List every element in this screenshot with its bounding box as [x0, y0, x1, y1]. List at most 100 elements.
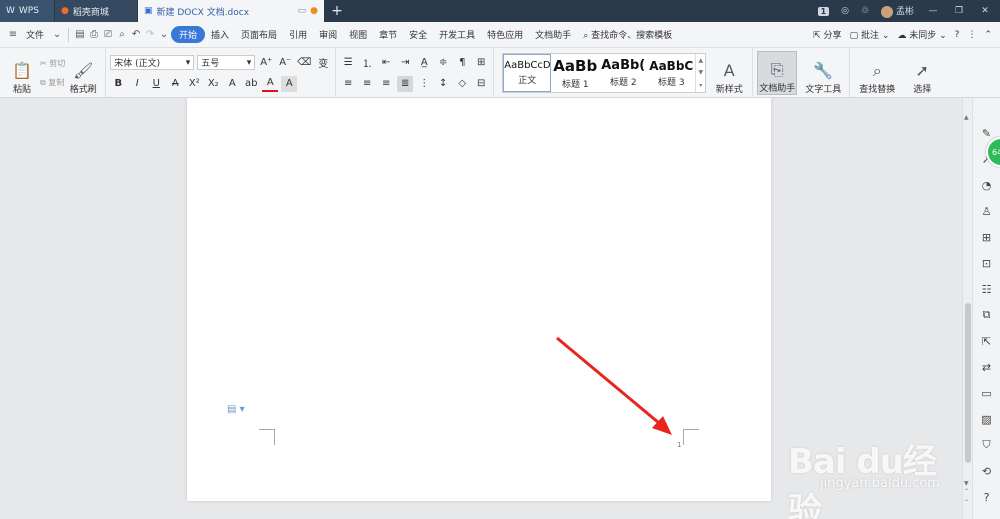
shrink-font-icon[interactable]: A⁻ — [277, 55, 293, 71]
collapse-ribbon-icon[interactable]: ⌃ — [984, 30, 992, 40]
table-icon[interactable]: ⊞ — [473, 55, 489, 71]
select-button[interactable]: ➚ 选择 — [904, 51, 940, 96]
close-button[interactable]: ✕ — [978, 6, 992, 16]
tab-insert[interactable]: 插入 — [205, 28, 235, 41]
tab-security[interactable]: 安全 — [403, 28, 433, 41]
help-button[interactable]: ? — [955, 30, 960, 40]
shield-icon[interactable]: ⛉ — [982, 436, 990, 454]
tab-document[interactable]: ▣ 新建 DOCX 文档.docx ▭ ● — [138, 0, 324, 22]
distribute-icon[interactable]: ⋮ — [416, 76, 432, 92]
style-heading-2[interactable]: AaBb( 标题 2 — [599, 54, 647, 92]
align-center-icon[interactable]: ≡ — [359, 76, 375, 92]
char-shading-icon[interactable]: A — [281, 75, 298, 92]
scroll-thumb[interactable] — [965, 303, 971, 463]
help-circle-icon[interactable]: ? — [984, 488, 990, 506]
text-effect-icon[interactable]: A — [224, 76, 240, 92]
decrease-indent-icon[interactable]: ⇤ — [378, 55, 394, 71]
share-out-icon[interactable]: ⇱ — [982, 332, 991, 350]
tab-review[interactable]: 审阅 — [313, 28, 343, 41]
grow-font-icon[interactable]: A⁺ — [258, 55, 274, 71]
numbered-list-icon[interactable]: ⒈ — [359, 55, 375, 71]
tab-wps-home[interactable]: W WPS — [0, 0, 54, 22]
redo-icon[interactable]: ↷ — [143, 29, 157, 40]
strikethrough-icon[interactable]: A — [167, 76, 183, 92]
restore-button[interactable]: ❐ — [952, 6, 966, 16]
new-tab-button[interactable]: + — [324, 0, 350, 22]
copy-button[interactable]: ⧉ 复制 — [40, 77, 65, 88]
tab-special-apps[interactable]: 特色应用 — [481, 28, 529, 41]
stamp-icon[interactable]: ♙ — [982, 202, 992, 220]
line-spacing-icon[interactable]: ≑ — [435, 55, 451, 71]
tab-docer-store[interactable]: ● 稻壳商城 — [55, 0, 137, 22]
save-icon[interactable]: ▤ — [73, 29, 87, 40]
tab-home[interactable]: 开始 — [171, 26, 206, 43]
export-icon[interactable]: ⎙ — [87, 29, 101, 40]
bullet-list-icon[interactable]: ☰ — [340, 55, 356, 71]
borders-icon[interactable]: ⊟ — [473, 76, 489, 92]
show-marks-icon[interactable]: ¶ — [454, 55, 470, 71]
image-icon[interactable]: ▨ — [981, 410, 991, 428]
command-search[interactable]: ⌕ 查找命令、搜索模板 — [577, 28, 678, 41]
italic-icon[interactable]: I — [129, 76, 145, 92]
tab-doc-assistant[interactable]: 文档助手 — [529, 28, 577, 41]
shirt-icon[interactable]: ♲ — [861, 6, 869, 16]
pinyin-guide-icon[interactable]: 变 — [315, 55, 331, 71]
bold-icon[interactable]: B — [110, 76, 126, 92]
underline-icon[interactable]: U — [148, 76, 164, 92]
pen-icon[interactable]: ✎ — [982, 124, 991, 142]
find-replace-button[interactable]: ⌕ 查找替换 — [854, 51, 900, 96]
monitor-icon[interactable]: ▭ — [298, 6, 307, 16]
apps-icon[interactable]: ⊡ — [982, 254, 991, 272]
tab-references[interactable]: 引用 — [283, 28, 313, 41]
tab-page-layout[interactable]: 页面布局 — [235, 28, 283, 41]
text-tools-button[interactable]: 🔧 文字工具 — [801, 51, 845, 96]
grid-icon[interactable]: ⊞ — [982, 228, 991, 246]
archive-icon[interactable]: ▭ — [981, 384, 991, 402]
print-icon[interactable]: ⎚ — [101, 29, 115, 40]
highlight-icon[interactable]: ab — [243, 76, 259, 92]
history-icon[interactable]: ⟲ — [982, 462, 991, 480]
cut-button[interactable]: ✂ 剪切 — [40, 58, 65, 69]
style-normal[interactable]: AaBbCcDd 正文 — [503, 54, 552, 92]
comment-button[interactable]: ▢ 批注 ⌄ — [850, 28, 890, 41]
chinese-layout-icon[interactable]: A̲ — [416, 55, 432, 71]
file-menu[interactable]: 文件 — [20, 28, 50, 41]
vertical-scrollbar[interactable]: ▲ ▼ ⌃ ⌄ — [962, 98, 972, 519]
font-size-select[interactable]: 五号 ▾ — [197, 55, 256, 70]
paste-button[interactable]: 📋 粘贴 — [4, 51, 40, 96]
tab-view[interactable]: 视图 — [343, 28, 373, 41]
undo-icon[interactable]: ↶ — [129, 29, 143, 40]
tab-chapter[interactable]: 章节 — [373, 28, 403, 41]
scroll-down-icon[interactable]: ▼ ⌃ ⌄ — [964, 480, 969, 504]
paragraph-layout-icon[interactable]: ▤ ▾ — [227, 404, 245, 415]
customize-icon[interactable]: ⌄ — [157, 29, 171, 40]
style-heading-1[interactable]: AaBb 标题 1 — [551, 54, 599, 92]
align-right-icon[interactable]: ≡ — [378, 76, 394, 92]
font-name-select[interactable]: 宋体 (正文) ▾ — [110, 55, 195, 70]
subscript-icon[interactable]: X₂ — [205, 76, 221, 92]
align-left-icon[interactable]: ≡ — [340, 76, 356, 92]
preview-icon[interactable]: ⌕ — [115, 29, 129, 40]
paragraph-spacing-icon[interactable]: ↕ — [435, 76, 451, 92]
skin-icon[interactable]: ◎ — [841, 6, 849, 16]
shading-icon[interactable]: ◇ — [454, 76, 470, 92]
increase-indent-icon[interactable]: ⇥ — [397, 55, 413, 71]
more-icon[interactable]: ⋮ — [967, 30, 976, 40]
user-account[interactable]: 孟彬 — [881, 4, 914, 18]
style-gallery-scroll[interactable]: ▲ ▼ ▾ — [695, 54, 705, 92]
font-color-icon[interactable]: A — [262, 76, 279, 92]
translate-icon[interactable]: ⇄ — [982, 358, 991, 376]
chevron-down-icon[interactable]: ⌄ — [50, 29, 64, 40]
page-badge[interactable]: 1 — [817, 6, 830, 16]
justify-icon[interactable]: ≣ — [397, 75, 414, 92]
sliders-icon[interactable]: ☷ — [982, 280, 992, 298]
format-painter-button[interactable]: 🖌 格式刷 — [65, 51, 101, 96]
clear-format-icon[interactable]: ⌫ — [296, 55, 312, 71]
shapes-icon[interactable]: ◔ — [982, 176, 992, 194]
sync-button[interactable]: ☁ 未同步 ⌄ — [897, 28, 946, 41]
scroll-up-icon[interactable]: ▲ — [964, 114, 969, 121]
doc-assistant-button[interactable]: ⎘ 文档助手 — [757, 51, 798, 95]
document-page[interactable]: ▤ ▾ 1 — [187, 98, 771, 501]
copy-doc-icon[interactable]: ⧉ — [983, 306, 991, 324]
new-style-button[interactable]: A 新样式 — [710, 51, 748, 96]
